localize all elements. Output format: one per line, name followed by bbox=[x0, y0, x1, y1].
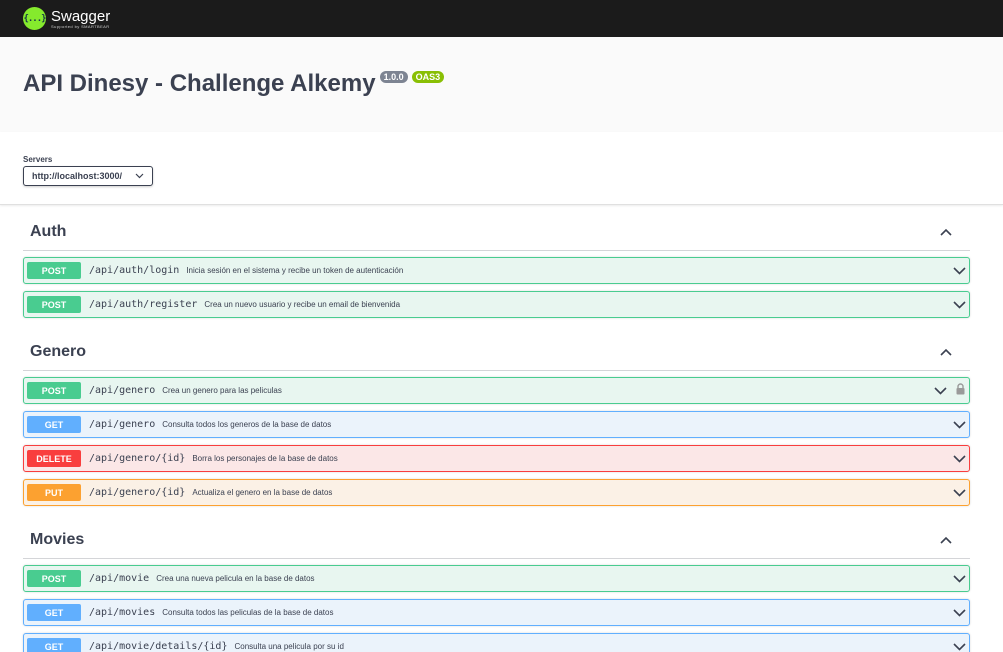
operation-summary: Consulta todos las peliculas de la base … bbox=[162, 608, 334, 617]
operation-path: /api/movies bbox=[89, 607, 156, 618]
servers-label: Servers bbox=[23, 155, 53, 164]
operation-summary: Crea un genero para las peliculas bbox=[162, 386, 282, 395]
chevron-up-icon[interactable] bbox=[939, 225, 953, 239]
swagger-logo[interactable]: {...} Swagger Supported by SMARTBEAR bbox=[23, 7, 110, 30]
topbar: {...} Swagger Supported by SMARTBEAR bbox=[0, 0, 1003, 37]
chevron-up-icon[interactable] bbox=[939, 345, 953, 359]
operation-get[interactable]: GET/api/movie/details/{id} Consulta una p… bbox=[23, 633, 970, 652]
operation-summary: Consulta una pelicula por su id bbox=[234, 642, 344, 651]
tag-title: Auth bbox=[30, 222, 67, 240]
method-badge: POST bbox=[27, 382, 81, 399]
operation-path: /api/auth/register bbox=[89, 299, 198, 310]
operation-post[interactable]: POST/api/auth/login Inicia sesión en el s… bbox=[23, 257, 970, 284]
method-badge: GET bbox=[27, 638, 81, 652]
brand-name: Swagger bbox=[51, 7, 111, 25]
operation-get[interactable]: GET/api/movies Consulta todos las pelicul… bbox=[23, 599, 970, 626]
operation-delete[interactable]: DELETE/api/genero/{id} Borra los personaj… bbox=[23, 445, 970, 472]
chevron-down-icon[interactable] bbox=[952, 486, 966, 500]
tag-title: Movies bbox=[30, 530, 85, 548]
tag-title: Genero bbox=[30, 342, 87, 360]
api-info: API Dinesy - Challenge Alkemy 1.0.0 OAS3 bbox=[0, 37, 1003, 132]
operation-path: /api/genero/{id} bbox=[89, 487, 186, 498]
chevron-down-icon[interactable] bbox=[952, 640, 966, 652]
operation-post[interactable]: POST/api/movie Crea una nueva pelicula en… bbox=[23, 565, 970, 592]
swagger-logo-icon: {...} bbox=[23, 7, 47, 30]
chevron-down-icon[interactable] bbox=[952, 264, 966, 278]
servers-section: Servers http://localhost:3000/ bbox=[0, 132, 1003, 205]
method-badge: PUT bbox=[27, 484, 81, 501]
tag-header-auth[interactable]: Auth bbox=[23, 205, 970, 251]
method-badge: POST bbox=[27, 570, 81, 587]
operation-put[interactable]: PUT/api/genero/{id} Actualiza el genero e… bbox=[23, 479, 970, 506]
server-select[interactable]: http://localhost:3000/ bbox=[23, 166, 153, 186]
operation-summary: Crea una nueva pelicula en la base de da… bbox=[156, 574, 315, 583]
operation-post[interactable]: POST/api/genero Crea un genero para las p… bbox=[23, 377, 970, 404]
operation-path: /api/genero/{id} bbox=[89, 453, 186, 464]
operation-path: /api/movie bbox=[89, 573, 150, 584]
chevron-down-icon[interactable] bbox=[952, 298, 966, 312]
tag-header-genero[interactable]: Genero bbox=[23, 325, 970, 371]
operation-summary: Actualiza el genero en la base de datos bbox=[192, 488, 333, 497]
operation-summary: Inicia sesión en el sistema y recibe un … bbox=[186, 266, 404, 275]
page-title: API Dinesy - Challenge Alkemy bbox=[23, 70, 376, 97]
chevron-down-icon[interactable] bbox=[952, 572, 966, 586]
chevron-up-icon[interactable] bbox=[939, 533, 953, 547]
tag-header-movies[interactable]: Movies bbox=[23, 513, 970, 559]
operation-path: /api/genero bbox=[89, 419, 156, 430]
server-select-value: http://localhost:3000/ bbox=[32, 171, 123, 181]
operation-path: /api/auth/login bbox=[89, 265, 180, 276]
chevron-down-icon[interactable] bbox=[952, 452, 966, 466]
operation-summary: Consulta todos los generos de la base de… bbox=[162, 420, 332, 429]
operation-path: /api/movie/details/{id} bbox=[89, 641, 228, 652]
operation-post[interactable]: POST/api/auth/register Crea un nuevo usua… bbox=[23, 291, 970, 318]
method-badge: DELETE bbox=[27, 450, 81, 467]
method-badge: POST bbox=[27, 296, 81, 313]
method-badge: GET bbox=[27, 604, 81, 621]
method-badge: POST bbox=[27, 262, 81, 279]
version-badge: 1.0.0 bbox=[379, 71, 408, 83]
operation-path: /api/genero bbox=[89, 385, 156, 396]
brand-sub: Supported by SMARTBEAR bbox=[51, 23, 110, 29]
operation-summary: Borra los personajes de la base de datos bbox=[192, 454, 338, 463]
chevron-down-icon[interactable] bbox=[933, 384, 947, 398]
operation-get[interactable]: GET/api/genero Consulta todos los generos… bbox=[23, 411, 970, 438]
oas-badge: OAS3 bbox=[411, 71, 445, 83]
lock-icon[interactable] bbox=[955, 382, 966, 400]
chevron-down-icon bbox=[135, 171, 144, 181]
method-badge: GET bbox=[27, 416, 81, 433]
operations-list: Auth POST/api/auth/login Inicia sesión en … bbox=[0, 205, 1003, 652]
chevron-down-icon[interactable] bbox=[952, 418, 966, 432]
operation-summary: Crea un nuevo usuario y recibe un email … bbox=[204, 300, 401, 309]
chevron-down-icon[interactable] bbox=[952, 606, 966, 620]
